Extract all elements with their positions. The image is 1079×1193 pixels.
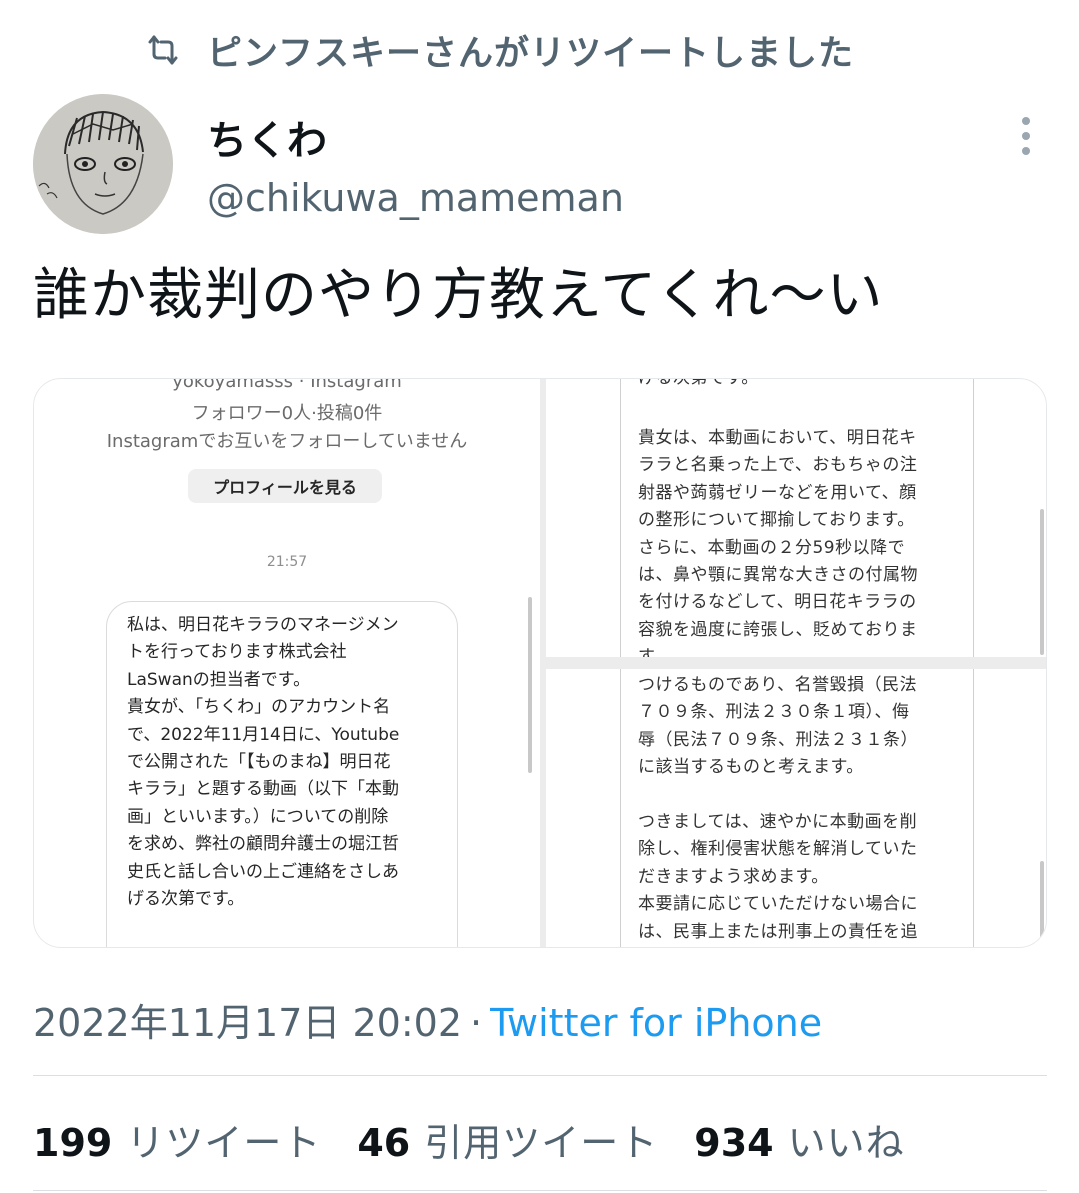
tweet-source-link[interactable]: Twitter for iPhone (490, 1001, 822, 1045)
divider (33, 1075, 1047, 1076)
avatar-sketch-icon (33, 94, 173, 234)
ig-follow-status: Instagramでお互いをフォローしていません (106, 431, 468, 452)
more-icon (1022, 117, 1030, 125)
media-grid[interactable]: yokoyamasss · Instagram フォロワー0人·投稿0件 Ins… (33, 378, 1047, 948)
more-options-button[interactable] (1008, 112, 1044, 160)
ig-message-time: 21:57 (266, 554, 308, 570)
tweet-stats: 199 リツイート 46 引用ツイート 934 いいね (33, 1112, 941, 1167)
retweets-count: 199 (33, 1121, 113, 1165)
scrollbar (1040, 509, 1044, 655)
divider (33, 1190, 1047, 1191)
tweet-meta: 2022年11月17日 20:02 · Twitter for iPhone (33, 992, 822, 1047)
retweet-context-label: ピンフスキーさんがリツイートしました (207, 33, 854, 74)
doc-text-2: 貴女は、本動画において、明日花キ ララと名乗った上で、おもちゃの注 射器や蒟蒻ゼ… (638, 428, 918, 657)
retweet-icon (148, 35, 178, 65)
author-display-name[interactable]: ちくわ (207, 108, 327, 166)
avatar[interactable] (33, 94, 173, 234)
media-image-1[interactable]: yokoyamasss · Instagram フォロワー0人·投稿0件 Ins… (34, 379, 540, 947)
retweets-label: リツイート (126, 1121, 322, 1165)
scrollbar (1040, 861, 1044, 939)
ig-followers: フォロワー0人·投稿0件 (191, 403, 383, 424)
likes-stat[interactable]: 934 いいね (694, 1112, 904, 1167)
author-handle[interactable]: @chikuwa_mameman (207, 176, 624, 220)
tweet-text: 誰か裁判のやり方教えてくれ〜い (33, 263, 884, 328)
scrollbar (528, 597, 532, 773)
likes-label: いいね (787, 1121, 905, 1165)
more-icon-dot (1022, 147, 1030, 155)
retweet-context[interactable]: ピンフスキーさんがリツイートしました (145, 26, 854, 74)
doc-text-3: つけるものであり、名誉毀損（民法 ７０９条、刑法２３０条１項）、侮 辱（民法７０… (638, 675, 918, 942)
tweet-date[interactable]: 2022年11月17日 20:02 (33, 1001, 462, 1045)
ig-account-name: yokoyamasss · Instagram (172, 379, 402, 392)
ig-message-text: 私は、明日花キララのマネージメン トを行っております株式会社 LaSwanの担当… (127, 615, 400, 910)
likes-count: 934 (694, 1121, 774, 1165)
quotes-count: 46 (357, 1121, 411, 1165)
ig-message-bubble: 私は、明日花キララのマネージメン トを行っております株式会社 LaSwanの担当… (106, 601, 458, 947)
meta-separator: · (470, 1001, 483, 1045)
media-image-3[interactable]: つけるものであり、名誉毀損（民法 ７０９条、刑法２３０条１項）、侮 辱（民法７０… (546, 669, 1046, 947)
doc-partial-top: げる次第です。 (638, 379, 759, 392)
quotes-label: 引用ツイート (424, 1121, 659, 1165)
more-icon-dot (1022, 132, 1030, 140)
retweets-stat[interactable]: 199 リツイート (33, 1112, 321, 1167)
media-image-2[interactable]: げる次第です。 貴女は、本動画において、明日花キ ララと名乗った上で、おもちゃの… (546, 379, 1046, 657)
ig-profile-button: プロフィールを見る (188, 469, 382, 503)
quotes-stat[interactable]: 46 引用ツイート (357, 1112, 658, 1167)
